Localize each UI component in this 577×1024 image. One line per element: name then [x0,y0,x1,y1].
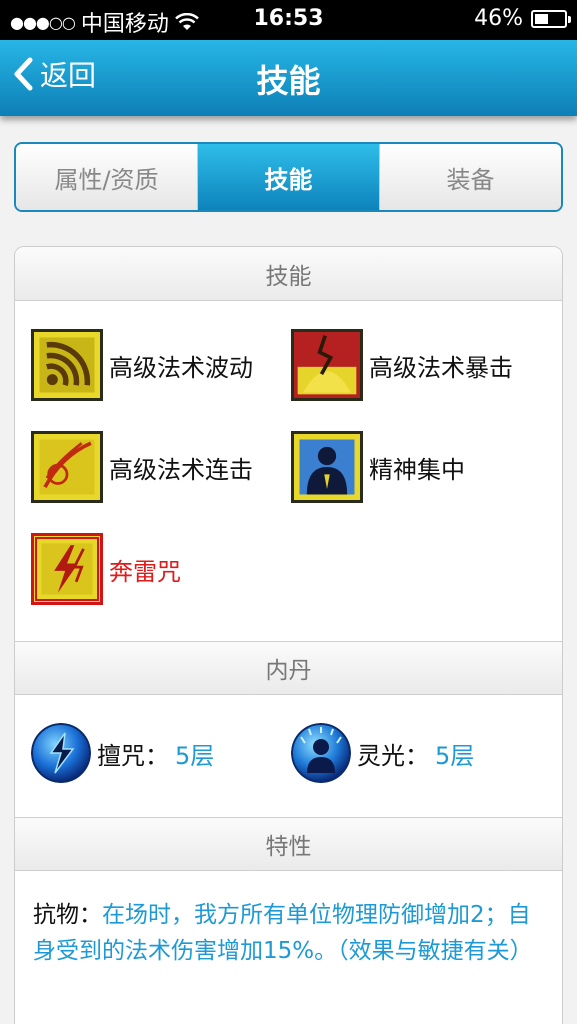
skill-item[interactable]: 高级法术连击 [31,431,253,503]
detail-card: 技能 高级法术波动 高级法术暴击 高级法术连击 精神集中 奔雷咒 内丹 擅咒： … [14,246,563,1024]
battery-icon [531,9,571,28]
skill-name: 奔雷咒 [109,557,181,586]
neidan-item[interactable]: 灵光： 5层 [291,723,474,783]
trait-description: 抗物：在场时，我方所有单位物理防御增加2；自身受到的法术伤害增加15%。（效果与… [33,897,553,969]
neidan-level: 5层 [435,741,475,770]
skill-name: 高级法术连击 [109,455,253,484]
aura-orb-icon [291,723,351,783]
skill-item[interactable]: 精神集中 [291,431,465,503]
lightning-icon [31,533,103,605]
trait-name: 抗物： [33,902,102,928]
trait-text: 在场时，我方所有单位物理防御增加2；自身受到的法术伤害增加15%。（效果与敏捷有… [33,902,533,964]
skill-name: 高级法术波动 [109,353,253,382]
neidan-name: 擅咒： [97,741,169,770]
neidan-section-header: 内丹 [15,641,562,695]
tab-attributes[interactable]: 属性/资质 [16,144,197,210]
skill-item-selected[interactable]: 奔雷咒 [31,533,181,605]
skills-section-header: 技能 [15,247,562,301]
crack-icon [291,329,363,401]
status-bar: ●●●○○ 中国移动 16:53 46% [0,0,577,40]
tab-equipment[interactable]: 装备 [379,144,561,210]
nav-bar: 返回 技能 [0,40,577,116]
neidan-item[interactable]: 擅咒： 5层 [31,723,214,783]
neidan-name: 灵光： [357,741,429,770]
tab-skills[interactable]: 技能 [197,144,379,210]
traits-section-header: 特性 [15,817,562,871]
lightning-orb-icon [31,723,91,783]
skill-item[interactable]: 高级法术波动 [31,329,253,401]
page-title: 技能 [256,62,321,100]
battery-percent: 46% [474,6,523,31]
skill-name: 精神集中 [369,455,465,484]
meditate-icon [291,431,363,503]
wave-icon [31,329,103,401]
skill-item[interactable]: 高级法术暴击 [291,329,513,401]
skill-name: 高级法术暴击 [369,353,513,382]
neidan-level: 5层 [175,741,215,770]
slash-icon [31,431,103,503]
segmented-tabs: 属性/资质 技能 装备 [14,142,563,212]
